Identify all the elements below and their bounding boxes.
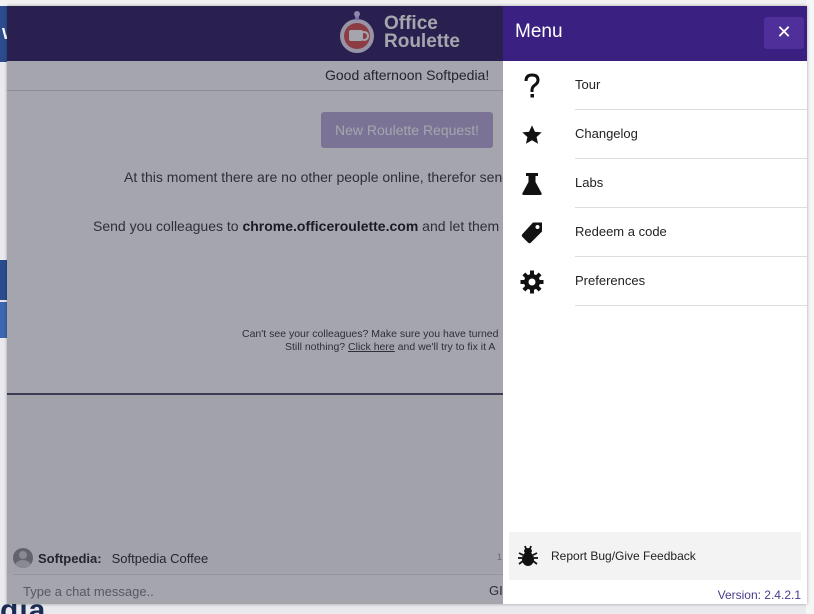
version-label: Version: 2.4.2.1 <box>717 588 801 602</box>
screen: W dia Office Roulette Go <box>0 0 814 614</box>
menu-item-label: Changelog <box>575 126 638 141</box>
menu-item-preferences[interactable]: Preferences <box>503 257 807 306</box>
menu-header: Menu ✕ <box>503 6 807 61</box>
menu-item-redeem-code[interactable]: Redeem a code <box>503 208 807 257</box>
close-icon: ✕ <box>776 22 792 43</box>
report-bug-button[interactable]: Report Bug/Give Feedback <box>509 532 801 580</box>
menu-item-labs[interactable]: Labs <box>503 159 807 208</box>
menu-item-label: Preferences <box>575 273 646 288</box>
bug-icon <box>517 545 539 567</box>
tag-icon <box>519 220 545 246</box>
gear-icon <box>519 269 545 295</box>
menu-item-changelog[interactable]: Changelog <box>503 110 807 159</box>
question-icon <box>519 73 545 99</box>
menu-divider <box>575 305 807 306</box>
background-page-edge <box>806 0 814 614</box>
office-roulette-popup: Office Roulette Good afternoon Softpedia… <box>7 6 807 604</box>
menu-item-label: Redeem a code <box>575 224 667 239</box>
menu-item-tour[interactable]: Tour <box>503 61 807 110</box>
menu-item-label: Labs <box>575 175 604 190</box>
report-bug-label: Report Bug/Give Feedback <box>551 549 696 563</box>
side-menu: Menu ✕ Tour Changelog Labs Redeem a code… <box>503 6 807 604</box>
menu-title: Menu <box>515 21 563 42</box>
menu-item-label: Tour <box>575 77 601 92</box>
menu-backdrop-overlay[interactable] <box>7 6 503 604</box>
close-menu-button[interactable]: ✕ <box>764 17 804 49</box>
flask-icon <box>519 171 545 197</box>
star-icon <box>519 122 545 148</box>
